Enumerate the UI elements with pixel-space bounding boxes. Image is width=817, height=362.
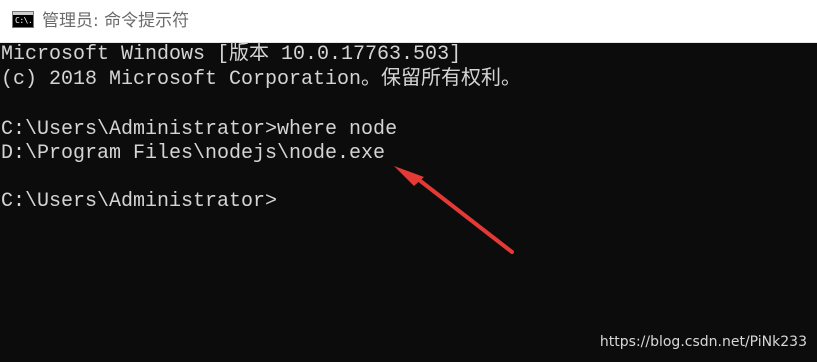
window-title: 管理员: 命令提示符 xyxy=(42,11,190,31)
console-output[interactable]: Microsoft Windows [版本 10.0.17763.503] (c… xyxy=(0,43,817,362)
command-prompt-icon: C:\. xyxy=(12,11,34,28)
console-line-prompt: C:\Users\Administrator> xyxy=(1,190,278,213)
title-bar[interactable]: C:\. 管理员: 命令提示符 xyxy=(0,0,817,43)
console-line-copyright: (c) 2018 Microsoft Corporation。保留所有权利。 xyxy=(1,68,522,91)
console-line-result: D:\Program Files\nodejs\node.exe xyxy=(1,142,386,165)
console-line-command: C:\Users\Administrator>where node xyxy=(1,118,398,141)
command-prompt-icon-bar xyxy=(13,12,33,15)
watermark: https://blog.csdn.net/PiNk233 xyxy=(599,334,807,350)
cmd-window: C:\. 管理员: 命令提示符 Microsoft Windows [版本 10… xyxy=(0,0,817,362)
command-prompt-icon-label: C:\. xyxy=(15,16,33,25)
console-line-version: Microsoft Windows [版本 10.0.17763.503] xyxy=(1,43,462,66)
